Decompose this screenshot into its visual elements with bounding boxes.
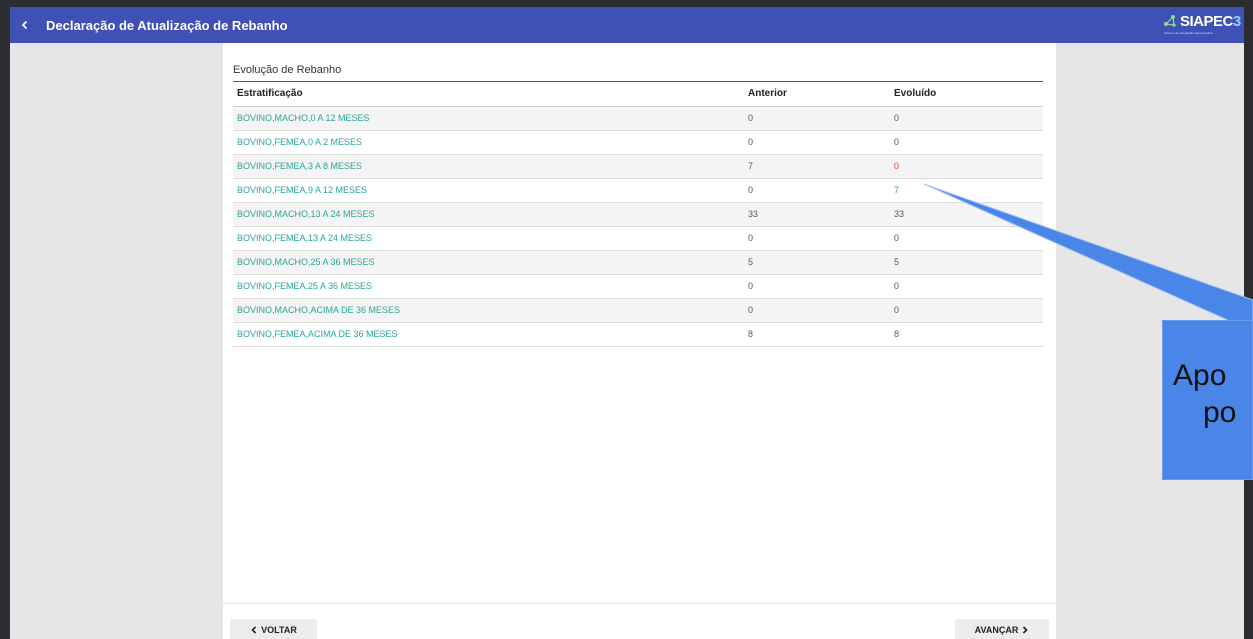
- callout-line-1: Apo: [1173, 359, 1227, 392]
- callout-line-2: po: [1203, 396, 1237, 429]
- callout-arrow: [923, 183, 1253, 323]
- callout-box: Apo po: [1162, 320, 1253, 480]
